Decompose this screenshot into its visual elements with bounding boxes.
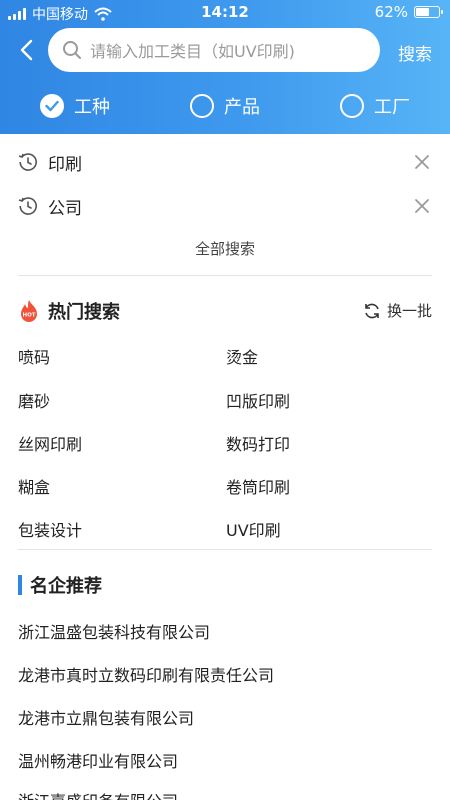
hot-search-item[interactable]: 磨砂	[18, 388, 50, 412]
search-history: 印刷 公司	[0, 140, 450, 228]
refresh-icon	[365, 303, 379, 318]
hot-search-item[interactable]: 数码打印	[226, 431, 290, 455]
all-search-link[interactable]: 全部搜索	[0, 238, 450, 259]
hot-search-item[interactable]: 烫金	[226, 344, 258, 368]
history-item[interactable]: 公司	[0, 184, 450, 228]
svg-text:HOT: HOT	[22, 313, 35, 319]
section-heading: 名企推荐	[30, 576, 102, 597]
company-item[interactable]: 浙江温盛包装科技有限公司	[18, 619, 210, 643]
hot-search-item[interactable]: 丝网印刷	[18, 431, 82, 455]
header: 中国移动 14:12 62% 请输入加工类目（如UV印刷) 搜索 工种 产品 工…	[0, 0, 450, 134]
tab-label: 产品	[224, 97, 260, 118]
divider	[18, 275, 432, 276]
status-right: 62%	[374, 3, 443, 21]
back-icon	[20, 39, 33, 61]
company-item[interactable]: 温州畅港印业有限公司	[18, 748, 178, 772]
brand-title: 名企推荐	[18, 572, 102, 598]
company-item[interactable]: 浙江嘉盛印务有限公司	[18, 788, 178, 800]
divider	[18, 549, 432, 550]
history-label: 印刷	[48, 154, 82, 175]
check-icon	[45, 100, 59, 112]
tab-factory[interactable]: 工厂	[340, 86, 410, 126]
hot-search-item[interactable]: 糊盒	[18, 474, 50, 498]
search-button[interactable]: 搜索	[398, 40, 432, 65]
history-icon	[18, 153, 37, 171]
history-label: 公司	[48, 198, 82, 219]
close-icon[interactable]	[412, 152, 432, 172]
history-icon	[18, 197, 37, 215]
battery-icon	[414, 6, 443, 18]
refresh-button[interactable]: 换一批	[363, 300, 432, 321]
status-bar: 中国移动 14:12 62%	[0, 0, 450, 26]
tab-label: 工种	[74, 97, 110, 118]
history-item[interactable]: 印刷	[0, 140, 450, 184]
radio-unchecked	[340, 94, 364, 118]
company-item[interactable]: 龙港市真时立数码印刷有限责任公司	[18, 662, 274, 686]
category-tabs: 工种 产品 工厂	[0, 86, 450, 126]
radio-checked	[40, 94, 64, 118]
battery-percent: 62%	[374, 3, 408, 21]
company-item[interactable]: 龙港市立鼎包装有限公司	[18, 705, 194, 729]
section-heading: 热门搜索	[48, 302, 120, 323]
search-placeholder: 请输入加工类目（如UV印刷)	[90, 42, 295, 61]
tab-work-type[interactable]: 工种	[40, 86, 110, 126]
search-input[interactable]: 请输入加工类目（如UV印刷)	[48, 28, 380, 72]
tab-product[interactable]: 产品	[190, 86, 260, 126]
accent-bar	[18, 575, 22, 595]
hot-search-title: HOT 热门搜索	[18, 298, 120, 324]
search-icon	[63, 41, 81, 59]
hot-search-item[interactable]: 卷筒印刷	[226, 474, 290, 498]
tab-label: 工厂	[374, 97, 410, 118]
refresh-label: 换一批	[386, 302, 432, 320]
hot-search-item[interactable]: UV印刷	[226, 517, 281, 541]
hot-search-item[interactable]: 喷码	[18, 344, 50, 368]
radio-unchecked	[190, 94, 214, 118]
hot-search-item[interactable]: 凹版印刷	[226, 388, 290, 412]
back-button[interactable]	[10, 34, 42, 66]
battery-fill	[416, 8, 429, 16]
hot-flame-icon: HOT	[21, 300, 37, 322]
hot-search-item[interactable]: 包装设计	[18, 517, 82, 541]
close-icon[interactable]	[412, 196, 432, 216]
